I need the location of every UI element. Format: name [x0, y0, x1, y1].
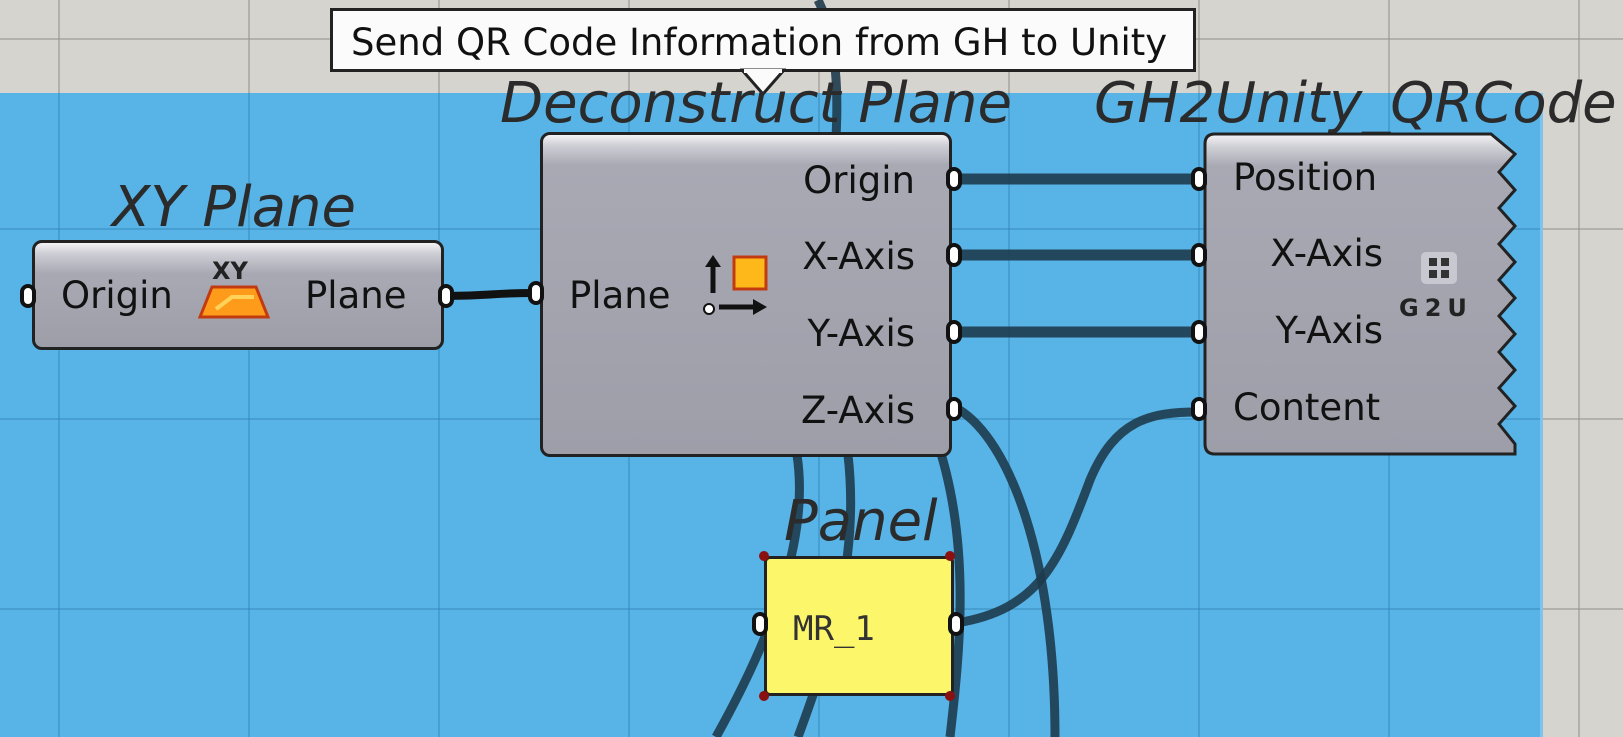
deconstruct-input-plane: Plane [569, 274, 671, 317]
panel-content[interactable]: MR_1 [793, 609, 875, 649]
gh2unity-content-grip[interactable] [1191, 397, 1207, 421]
gh2unity-input-yaxis: Y-Axis [1275, 309, 1383, 352]
panel-corner-handle[interactable] [759, 551, 769, 561]
deconstruct-output-zaxis: Z-Axis [801, 389, 915, 432]
xy-plane-component[interactable]: Origin Plane XY [32, 240, 444, 350]
xy-plane-icon-text: XY [212, 257, 248, 285]
deconstruct-plane-component[interactable]: Plane Origin X-Axis Y-Axis Z-Axis [540, 132, 952, 457]
xy-plane-input-origin: Origin [61, 274, 173, 317]
xy-plane-output-plane: Plane [305, 274, 407, 317]
panel-component[interactable]: MR_1 [764, 556, 954, 696]
gh2unity-input-xaxis: X-Axis [1270, 232, 1383, 275]
gh2unity-position-grip[interactable] [1191, 167, 1207, 191]
tooltip: Send QR Code Information from GH to Unit… [330, 8, 1196, 72]
deconstruct-origin-grip[interactable] [946, 167, 962, 191]
xy-plane-icon: XY [198, 257, 270, 329]
tooltip-text: Send QR Code Information from GH to Unit… [351, 21, 1168, 64]
deconstruct-output-origin: Origin [803, 159, 915, 202]
panel-title: Panel [784, 489, 938, 554]
grasshopper-canvas[interactable]: Send QR Code Information from GH to Unit… [0, 0, 1623, 737]
gh2unity-input-content: Content [1233, 386, 1381, 429]
deconstruct-output-yaxis: Y-Axis [807, 312, 915, 355]
xy-plane-plane-grip[interactable] [438, 284, 454, 308]
deconstruct-plane-input-grip[interactable] [528, 281, 544, 305]
panel-corner-handle[interactable] [759, 691, 769, 701]
xy-plane-origin-grip[interactable] [20, 284, 36, 308]
deconstruct-plane-icon [703, 255, 768, 315]
wire-plane-to-plane [445, 289, 537, 300]
panel-output-grip[interactable] [948, 612, 964, 636]
panel-input-grip[interactable] [752, 612, 768, 636]
panel-corner-handle[interactable] [945, 691, 955, 701]
deconstruct-zaxis-grip[interactable] [946, 397, 962, 421]
deconstruct-plane-title: Deconstruct Plane [500, 71, 1012, 136]
gh2unity-title: GH2Unity_QRCode [1094, 71, 1617, 136]
gh2unity-yaxis-grip[interactable] [1191, 320, 1207, 344]
qr-code-icon-text: G2U [1399, 294, 1473, 322]
qr-code-icon: G2U [1399, 250, 1489, 330]
deconstruct-xaxis-grip[interactable] [946, 243, 962, 267]
xy-plane-title: XY Plane [112, 175, 356, 240]
gh2unity-xaxis-grip[interactable] [1191, 243, 1207, 267]
gh2unity-input-position: Position [1233, 156, 1378, 199]
deconstruct-yaxis-grip[interactable] [946, 320, 962, 344]
panel-corner-handle[interactable] [945, 551, 955, 561]
deconstruct-output-xaxis: X-Axis [802, 235, 915, 278]
gh2unity-component[interactable]: Position X-Axis Y-Axis Content G2U [1203, 132, 1519, 457]
